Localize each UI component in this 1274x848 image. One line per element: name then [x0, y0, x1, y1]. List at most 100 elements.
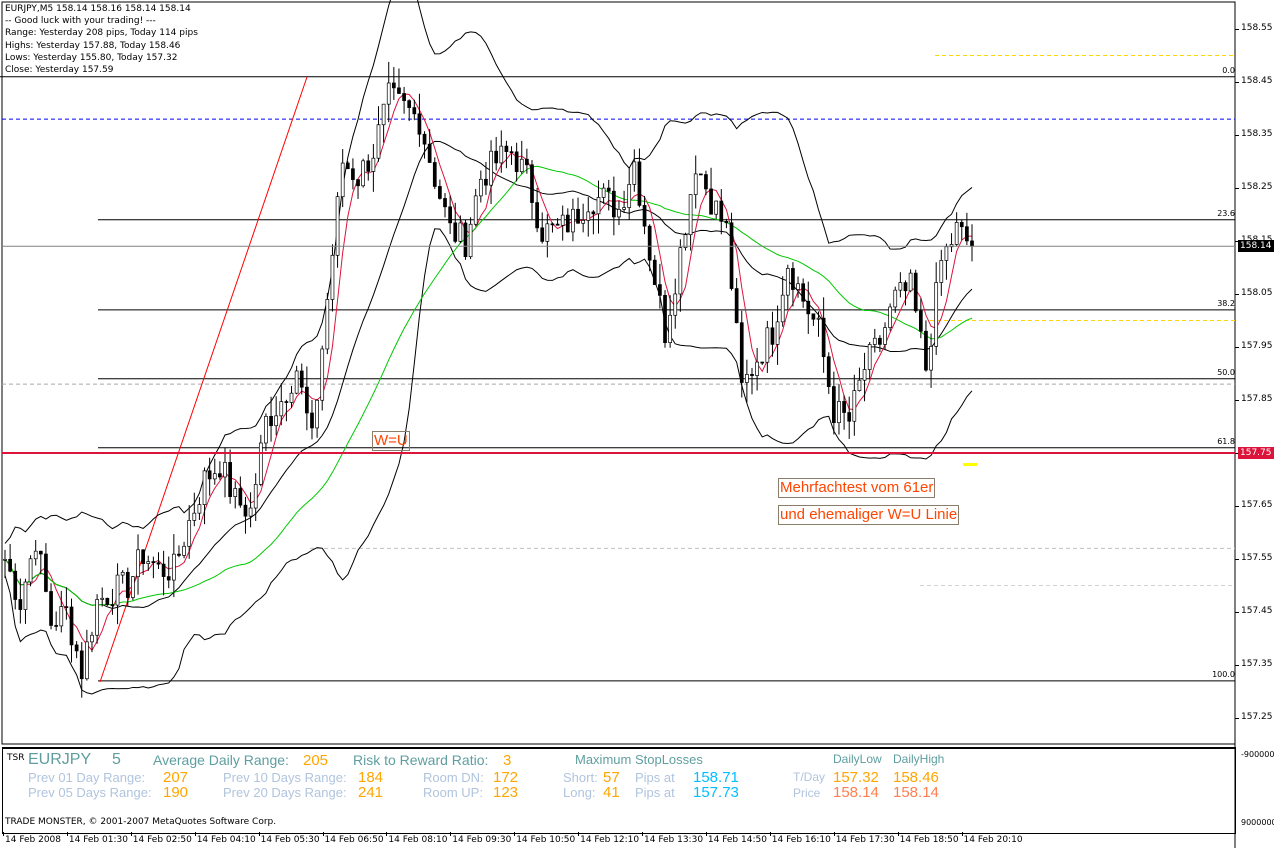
time-axis-tick — [769, 832, 771, 836]
candle-body — [294, 370, 299, 394]
candle-body — [565, 214, 570, 233]
price-axis-tick — [1235, 294, 1239, 295]
candle-body — [38, 550, 43, 555]
time-axis-tick — [833, 832, 835, 836]
price-chart[interactable] — [0, 0, 1274, 848]
candle-body — [345, 162, 350, 170]
candle-body — [867, 344, 872, 370]
candle-body — [141, 549, 145, 564]
annotation-note2[interactable]: und ehemaliger W=U Linie — [778, 505, 960, 525]
candle-body — [617, 209, 621, 218]
candle-body — [612, 190, 616, 218]
time-axis-label: 14 Feb 06:50 — [324, 835, 384, 845]
candle-body — [739, 322, 744, 383]
candle-body — [407, 100, 412, 108]
candle-body — [381, 103, 386, 126]
time-axis-label: 14 Feb 17:30 — [835, 835, 895, 845]
yellow-marker — [963, 463, 977, 466]
candle-body — [785, 268, 790, 296]
roomup-label: Room UP: — [423, 785, 483, 800]
time-axis-tick — [897, 832, 899, 836]
time-axis-label: 14 Feb 12:10 — [580, 835, 640, 845]
candle-body — [847, 412, 852, 422]
candle-body — [872, 337, 877, 345]
candle-body — [688, 194, 693, 236]
price-axis-label: 158.25 — [1241, 182, 1273, 192]
candle-body — [622, 207, 626, 210]
prev05-label: Prev 05 Days Range: — [28, 785, 152, 800]
time-axis-label: 14 Feb 16:10 — [771, 835, 831, 845]
time-axis-tick — [961, 832, 963, 836]
candle-body — [888, 306, 892, 328]
prev20-label: Prev 20 Days Range: — [223, 785, 347, 800]
candle-body — [212, 473, 217, 480]
time-axis-label: 14 Feb 20:10 — [963, 835, 1023, 845]
candle-body — [658, 284, 662, 296]
fib-level-label: 38.2 — [1217, 298, 1235, 308]
candle-body — [663, 295, 667, 344]
candle-body — [264, 415, 268, 444]
candle-body — [192, 512, 197, 521]
candle-body — [366, 160, 371, 172]
time-axis-tick — [705, 832, 707, 836]
candle-body — [883, 327, 887, 345]
candle-body — [110, 604, 115, 606]
candle-body — [299, 370, 304, 388]
time-axis-label: 14 Feb 02:50 — [132, 835, 192, 845]
candle-body — [412, 107, 417, 115]
current-price-tag: 158.14 — [1238, 240, 1274, 252]
candle-body — [238, 488, 243, 506]
candle-body — [734, 288, 739, 324]
candle-body — [59, 606, 64, 627]
copyright: TRADE MONSTER, © 2001-2007 MetaQuotes So… — [5, 817, 277, 827]
price-axis-tick — [1235, 612, 1239, 613]
candle-body — [305, 386, 309, 414]
candle-body — [959, 222, 964, 228]
candle-body — [596, 197, 601, 215]
candle-body — [243, 504, 248, 517]
time-axis-label: 14 Feb 2008 — [5, 835, 62, 845]
candle-body — [156, 562, 161, 565]
candle-body — [386, 82, 391, 105]
candle-body — [376, 124, 381, 159]
time-axis-label: 14 Feb 04:10 — [196, 835, 256, 845]
candle-body — [924, 330, 928, 371]
fib-level-label: 100.0 — [1212, 669, 1235, 679]
candle-body — [13, 570, 18, 600]
candle-body — [166, 576, 171, 581]
candle-body — [581, 220, 586, 224]
prev10-label: Prev 10 Days Range: — [223, 770, 347, 785]
candle-body — [760, 361, 765, 364]
candle-body — [340, 162, 345, 198]
price-axis-label: 157.35 — [1241, 659, 1273, 669]
candle-body — [965, 226, 969, 242]
candle-body — [606, 187, 611, 192]
candle-body — [862, 369, 867, 381]
msl-label: Maximum StopLosses — [575, 752, 703, 767]
adr-label: Average Daily Range: — [153, 752, 289, 768]
candle-body — [939, 260, 944, 283]
candle-body — [177, 553, 181, 556]
candle-body — [719, 200, 724, 222]
annotation-note1[interactable]: Mehrfachtest vom 61er — [778, 478, 936, 498]
panel-tag: TSR — [7, 753, 25, 763]
adr-value: 205 — [303, 752, 329, 769]
price-axis-label: 157.85 — [1241, 394, 1273, 404]
price-high: 158.14 — [893, 784, 939, 801]
time-axis-tick — [386, 832, 388, 836]
candle-body — [151, 561, 156, 564]
candle-body — [673, 293, 678, 316]
price-axis-label: 157.45 — [1241, 606, 1273, 616]
candle-body — [468, 223, 473, 258]
candle-body — [397, 87, 401, 94]
price-axis-tick — [1235, 400, 1239, 401]
chart-info: EURJPY,M5 158.14 158.16 158.14 158.14 --… — [5, 3, 198, 76]
candle-body — [182, 545, 186, 556]
candle-body — [438, 186, 442, 199]
candle-body — [443, 198, 447, 208]
fib-level-label: 0.0 — [1222, 65, 1235, 75]
panel-axis-bottom: 9000000 — [1241, 818, 1274, 827]
candle-body — [668, 314, 672, 344]
candle-body — [228, 462, 232, 497]
annotation-wu[interactable]: W=U — [372, 431, 410, 451]
